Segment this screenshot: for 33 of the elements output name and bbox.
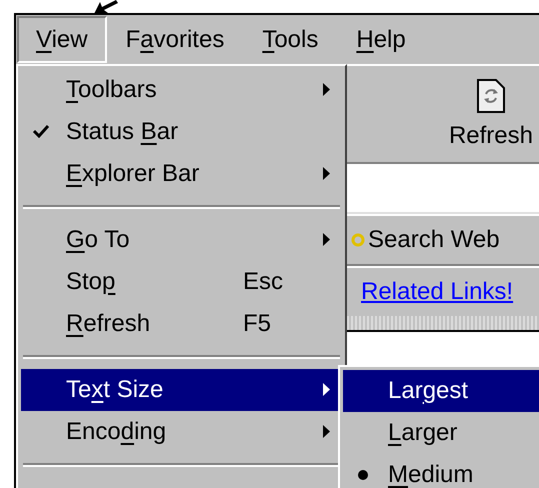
- menu-item[interactable]: Medium: [343, 454, 539, 488]
- menu-item[interactable]: Explorer Bar: [21, 153, 342, 195]
- menu-bar-item[interactable]: Help: [337, 16, 425, 63]
- search-web-button[interactable]: Search Web: [368, 222, 500, 258]
- menu-bar-item[interactable]: Favorites: [106, 16, 244, 63]
- menu-item[interactable]: Largest: [343, 370, 539, 412]
- menu-item-label: Toolbars: [66, 75, 157, 105]
- menu-item-label: Status Bar: [66, 117, 178, 147]
- menu-item-label: Go To: [66, 225, 130, 255]
- menu-item[interactable]: Toolbars: [21, 69, 342, 111]
- related-links-link[interactable]: Related Links!: [361, 274, 514, 310]
- menu-item-label: Text Size: [66, 375, 164, 405]
- menu-item-label: Larger: [388, 418, 458, 448]
- menu-item[interactable]: Stop Esc: [21, 261, 342, 303]
- menu-item[interactable]: Status Bar: [21, 111, 342, 153]
- shortcut-label: F5: [243, 309, 272, 339]
- shortcut-label: Esc: [243, 267, 284, 297]
- ring-icon: [351, 233, 365, 247]
- menu-item-label: Explorer Bar: [66, 159, 200, 189]
- menu-bar-item[interactable]: View: [17, 16, 107, 63]
- menu-item-label: Largest: [388, 376, 468, 406]
- menu-item[interactable]: Refresh F5: [21, 303, 342, 345]
- menu-item-label: Refresh: [66, 309, 150, 339]
- menu-item[interactable]: Larger: [343, 412, 539, 454]
- menu-item-label: Medium: [388, 460, 474, 488]
- refresh-button[interactable]: Refresh: [448, 78, 533, 154]
- menu-item-label: Encoding: [66, 417, 166, 447]
- menu-item[interactable]: Encoding: [21, 411, 342, 453]
- address-field[interactable]: [345, 162, 539, 214]
- menu-item-label: Stop: [66, 267, 116, 297]
- menu-item[interactable]: Go To: [21, 219, 342, 261]
- refresh-icon: [476, 78, 506, 114]
- menu-bar-item[interactable]: Tools: [243, 16, 338, 63]
